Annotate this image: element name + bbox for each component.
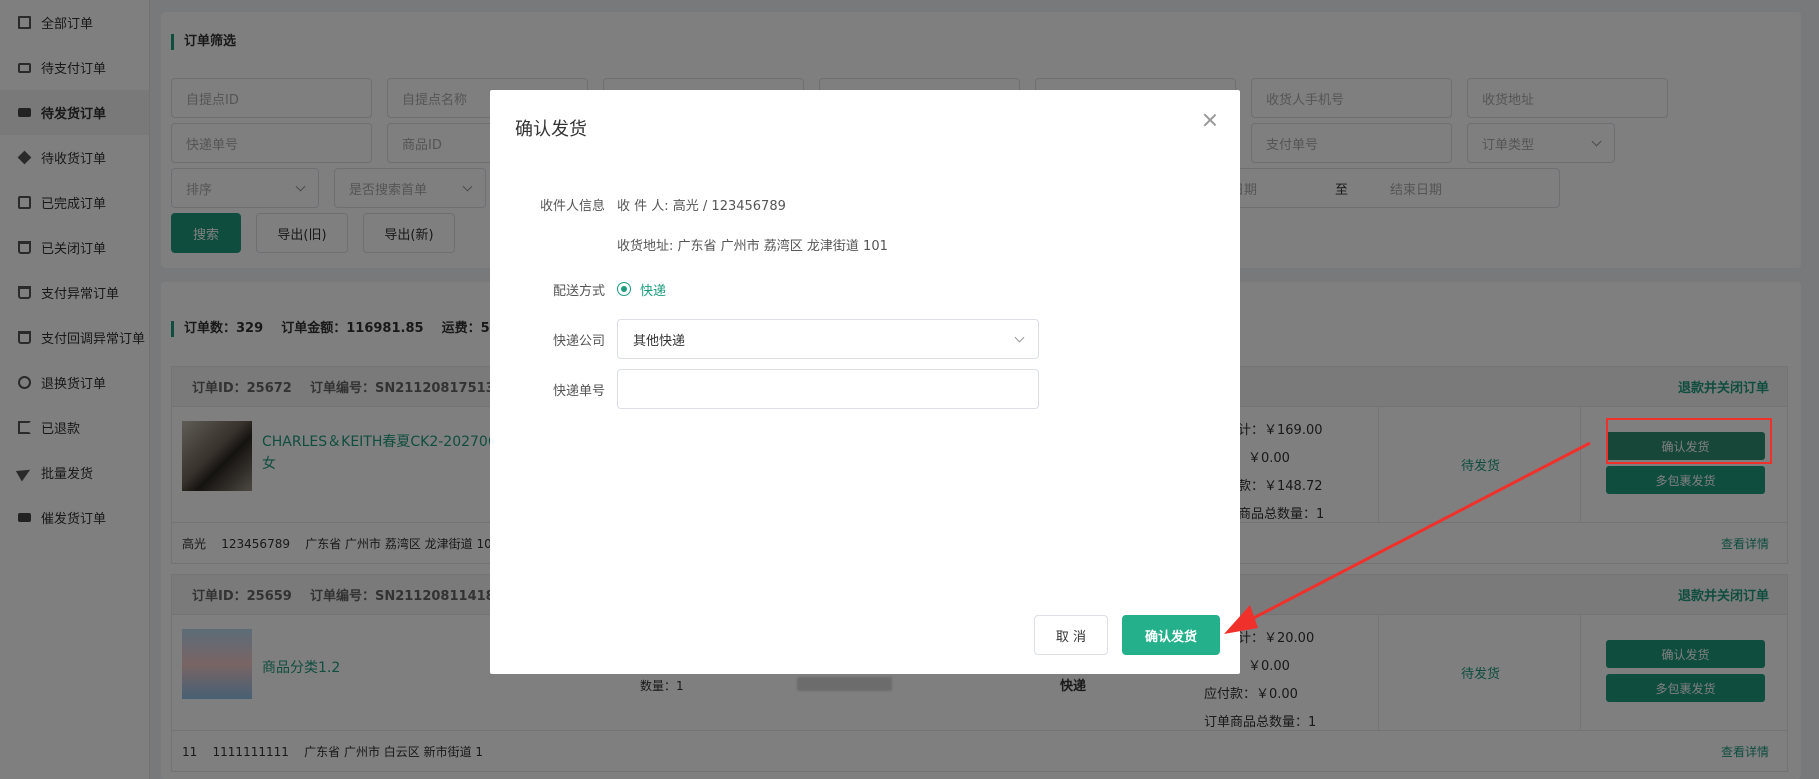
express-radio-label[interactable]: 快递 xyxy=(640,280,666,299)
delivery-label: 配送方式 xyxy=(552,284,605,299)
receiver-label: 收件人信息 xyxy=(539,199,605,214)
highlight-box xyxy=(1606,418,1772,464)
receiver-value: 收 件 人: 高光 / 123456789 xyxy=(617,199,786,214)
express-company-value: 其他快递 xyxy=(633,333,686,349)
chevron-down-icon xyxy=(1014,332,1025,342)
confirm-ship-submit-button[interactable]: 确认发货 xyxy=(1122,615,1220,655)
company-label: 快递公司 xyxy=(552,334,605,349)
address-value: 收货地址: 广东省 广州市 荔湾区 龙津街道 101 xyxy=(617,239,888,254)
cancel-button[interactable]: 取 消 xyxy=(1034,615,1108,655)
express-company-select[interactable]: 其他快递 xyxy=(617,319,1039,359)
close-icon[interactable] xyxy=(1202,112,1218,128)
confirm-ship-dialog: 确认发货 收件人信息 收 件 人: 高光 / 123456789 收货地址: 广… xyxy=(490,90,1240,674)
dialog-title: 确认发货 xyxy=(515,119,587,140)
tracking-label: 快递单号 xyxy=(552,384,605,399)
tracking-number-input[interactable] xyxy=(617,369,1039,409)
express-radio[interactable] xyxy=(617,282,631,296)
